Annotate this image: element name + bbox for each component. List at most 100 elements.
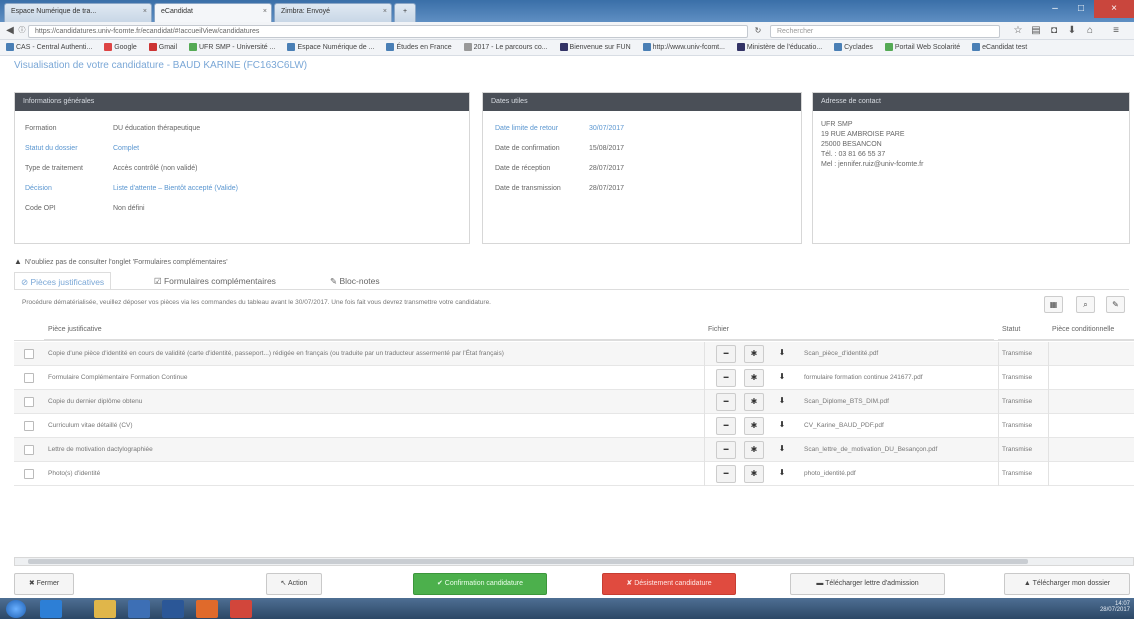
home-icon[interactable]: ⌂ [1084, 25, 1096, 37]
close-tab-icon[interactable]: × [143, 8, 147, 15]
bookmark-item[interactable]: Google [104, 43, 137, 51]
internet-explorer-icon[interactable] [40, 600, 62, 618]
add-file-button[interactable]: ✱ [744, 393, 764, 411]
download-icon[interactable]: ⬇ [1066, 25, 1078, 37]
close-tab-icon[interactable]: × [383, 8, 387, 15]
close-tab-icon[interactable]: × [263, 8, 267, 15]
table-row: Formulaire Complémentaire Formation Cont… [14, 366, 1134, 390]
close-button[interactable]: ✖ Fermer [14, 573, 74, 595]
bookmark-item[interactable]: Espace Numérique de ... [287, 43, 374, 51]
checkbox-icon: ☑ [154, 276, 164, 286]
delete-file-button[interactable]: ━ [716, 345, 736, 363]
tab-label: Zimbra: Envoyé [281, 8, 331, 15]
info-key: Type de traitement [25, 165, 83, 172]
bookmark-item[interactable]: UFR SMP - Université ... [188, 43, 275, 51]
row-checkbox[interactable] [24, 397, 34, 407]
add-file-button[interactable]: ✱ [744, 345, 764, 363]
button-label: Télécharger mon dossier [1032, 580, 1111, 587]
back-icon[interactable]: ◀ [4, 25, 16, 37]
row-checkbox[interactable] [24, 349, 34, 359]
table-export-button[interactable]: ▦ [1044, 296, 1063, 313]
delete-file-button[interactable]: ━ [716, 369, 736, 387]
search-input[interactable]: Rechercher [770, 25, 1000, 38]
add-file-button[interactable]: ✱ [744, 369, 764, 387]
file-name-cell[interactable]: formulaire formation continue 241677.pdf [800, 366, 998, 390]
bookmark-item[interactable]: http://www.univ-fcomt... [642, 43, 725, 51]
delete-file-button[interactable]: ━ [716, 417, 736, 435]
confirm-application-button[interactable]: ✔ Confirmation candidature [413, 573, 547, 595]
row-checkbox[interactable] [24, 469, 34, 479]
table-search-button[interactable]: ⌕ [1076, 296, 1095, 313]
minimize-icon[interactable]: – [1042, 0, 1068, 18]
table-edit-button[interactable]: ✎ [1106, 296, 1125, 313]
download-file-button[interactable]: ⬇ [772, 393, 792, 411]
bookmark-item[interactable]: 2017 - Le parcours co... [463, 43, 548, 51]
file-name-cell[interactable]: Scan_Diplome_BTS_DIM.pdf [800, 390, 998, 414]
download-dossier-button[interactable]: ▲ Télécharger mon dossier [1004, 573, 1130, 595]
scrollbar-thumb[interactable] [28, 559, 1028, 564]
bookmark-item[interactable]: Portail Web Scolarité [884, 43, 960, 51]
download-file-button[interactable]: ⬇ [772, 345, 792, 363]
window-close-icon[interactable]: × [1094, 0, 1134, 18]
row-checkbox[interactable] [24, 421, 34, 431]
table-row: Copie du dernier diplôme obtenu ━ ✱ ⬇ Sc… [14, 390, 1134, 414]
new-tab-button[interactable]: + [394, 3, 416, 22]
app-icon[interactable] [230, 600, 252, 618]
download-file-button[interactable]: ⬇ [772, 417, 792, 435]
column-divider [1048, 366, 1049, 390]
word-icon[interactable] [162, 600, 184, 618]
column-header[interactable]: Pièce conditionnelle [1048, 320, 1134, 340]
download-file-button[interactable]: ⬇ [772, 369, 792, 387]
info-key[interactable]: Décision [25, 185, 52, 192]
row-checkbox[interactable] [24, 373, 34, 383]
reload-icon[interactable]: ↻ [752, 25, 764, 37]
delete-file-button[interactable]: ━ [716, 393, 736, 411]
bookmark-item[interactable]: Ministère de l'éducatio... [736, 43, 822, 51]
download-file-button[interactable]: ⬇ [772, 441, 792, 459]
delete-file-button[interactable]: ━ [716, 465, 736, 483]
file-name-cell[interactable]: Scan_pièce_d'identité.pdf [800, 342, 998, 366]
bookmark-item[interactable]: Cyclades [834, 43, 873, 51]
minus-icon: ━ [723, 373, 729, 382]
bookmark-item[interactable]: Études en France [386, 43, 452, 51]
bookmark-item[interactable]: eCandidat test [972, 43, 1027, 51]
browser-tab-zimbra[interactable]: Zimbra: Envoyé × [274, 3, 392, 22]
row-checkbox[interactable] [24, 445, 34, 455]
menu-icon[interactable]: ≡ [1110, 25, 1122, 37]
file-name-cell[interactable]: photo_identité.pdf [800, 462, 998, 486]
bookmark-item[interactable]: Bienvenue sur FUN [559, 43, 631, 51]
delete-file-button[interactable]: ━ [716, 441, 736, 459]
browser-tab-ecandidat[interactable]: eCandidat × [154, 3, 272, 22]
file-name-cell[interactable]: Scan_lettre_de_motivation_DU_Besançon.pd… [800, 438, 998, 462]
tab-pieces-justificatives[interactable]: ⊘ Pièces justificatives [14, 272, 112, 290]
start-button-icon[interactable] [6, 600, 26, 618]
taskbar-clock[interactable]: 14:07 28/07/2017 [1100, 601, 1130, 613]
site-info-icon[interactable]: ⓘ [16, 25, 28, 37]
maximize-icon[interactable]: □ [1068, 0, 1094, 18]
action-button[interactable]: ↖ Action [266, 573, 322, 595]
add-file-button[interactable]: ✱ [744, 465, 764, 483]
tab-bloc-notes[interactable]: ✎ Bloc-notes [324, 272, 386, 290]
file-name-cell[interactable]: CV_Karine_BAUD_PDF.pdf [800, 414, 998, 438]
pocket-icon[interactable]: ◘ [1048, 25, 1060, 37]
url-bar[interactable]: https://candidatures.univ-fcomte.fr/ecan… [28, 25, 748, 38]
table-row: Copie d'une pièce d'identité en cours de… [14, 342, 1134, 366]
library-icon[interactable]: ▤ [1030, 25, 1042, 37]
firefox-icon[interactable] [196, 600, 218, 618]
column-header[interactable]: Fichier [704, 320, 994, 340]
browser-tab-ent[interactable]: Espace Numérique de tra... × [4, 3, 152, 22]
app-icon[interactable] [128, 600, 150, 618]
file-explorer-icon[interactable] [94, 600, 116, 618]
download-admission-letter-button[interactable]: ▬ Télécharger lettre d'admission [790, 573, 945, 595]
download-file-button[interactable]: ⬇ [772, 465, 792, 483]
column-header[interactable]: Pièce justificative [44, 320, 704, 340]
column-header[interactable]: Statut [998, 320, 1048, 340]
bookmark-item[interactable]: Gmail [148, 43, 177, 51]
add-file-button[interactable]: ✱ [744, 417, 764, 435]
add-file-button[interactable]: ✱ [744, 441, 764, 459]
star-icon[interactable]: ☆ [1012, 25, 1024, 37]
bookmark-item[interactable]: CAS - Central Authenti... [6, 43, 92, 51]
tab-formulaires-complementaires[interactable]: ☑ Formulaires complémentaires [148, 272, 282, 290]
info-key[interactable]: Statut du dossier [25, 145, 78, 152]
withdraw-application-button[interactable]: ✘ Désistement candidature [602, 573, 736, 595]
